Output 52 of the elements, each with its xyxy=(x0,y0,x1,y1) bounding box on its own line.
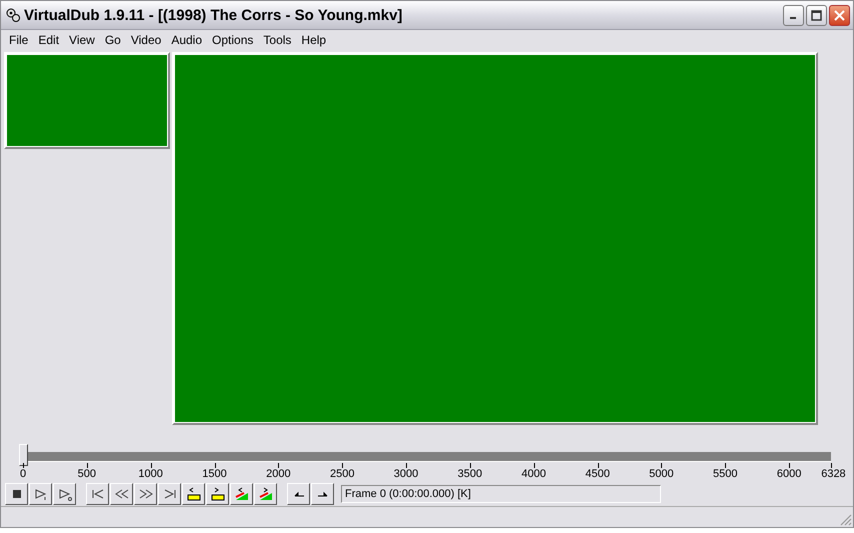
menu-item[interactable]: Help xyxy=(297,33,332,47)
rewind-icon xyxy=(114,487,128,501)
tick-label: 6328 xyxy=(821,468,846,480)
mark-in-button[interactable] xyxy=(287,483,310,505)
play-output-button[interactable] xyxy=(53,483,76,505)
play-output-icon xyxy=(58,487,72,501)
key-frame-back-button[interactable] xyxy=(182,483,205,505)
frame-status: Frame 0 (0:00:00.000) [K] xyxy=(341,485,661,503)
skip-end-button[interactable] xyxy=(158,483,181,505)
tick-label: 3500 xyxy=(458,468,482,480)
tick-label: 6000 xyxy=(776,468,802,480)
menu-item[interactable]: View xyxy=(65,33,101,47)
stop-button[interactable] xyxy=(5,483,28,505)
app-icon xyxy=(5,7,21,23)
key-frame-forward-button[interactable] xyxy=(206,483,229,505)
tick-label: 2500 xyxy=(330,468,354,480)
menu-item[interactable]: Audio xyxy=(167,33,208,47)
scene-back-button[interactable] xyxy=(230,483,253,505)
menu-item[interactable]: Tools xyxy=(259,33,298,47)
tick-label: 4000 xyxy=(522,468,546,480)
window-title: VirtualDub 1.9.11 - [(1998) The Corrs - So Young.mkv] xyxy=(24,6,404,24)
tick-label: 0 xyxy=(20,468,26,480)
menu-item[interactable]: Go xyxy=(100,33,127,47)
skip-end-icon xyxy=(162,487,176,501)
maximize-icon xyxy=(811,10,822,20)
menu-item[interactable]: Options xyxy=(208,33,260,47)
fast-forward-icon xyxy=(138,487,152,501)
menu-item[interactable]: Video xyxy=(126,33,168,47)
slider-thumb[interactable] xyxy=(19,444,28,466)
play-input-button[interactable] xyxy=(29,483,52,505)
minimize-button[interactable] xyxy=(783,4,804,26)
tick-label: 2000 xyxy=(266,468,291,480)
menu-item[interactable]: Edit xyxy=(34,33,66,47)
skip-start-icon xyxy=(90,487,104,501)
skip-start-button[interactable] xyxy=(86,483,109,505)
maximize-button[interactable] xyxy=(806,4,827,26)
play-input-icon xyxy=(34,487,48,501)
fast-forward-button[interactable] xyxy=(134,483,157,505)
tick-label: 5000 xyxy=(649,468,674,480)
tick-label: 3000 xyxy=(394,468,418,480)
tick-label: 1500 xyxy=(202,468,227,480)
tick-label: 4500 xyxy=(585,468,610,480)
close-icon xyxy=(834,10,845,20)
menu-item[interactable]: File xyxy=(5,33,34,47)
tick-label: 5500 xyxy=(713,468,738,480)
tick-label: 1000 xyxy=(138,468,163,480)
mark-out-button[interactable] xyxy=(311,483,334,505)
resize-grip-icon xyxy=(840,514,852,526)
rewind-button[interactable] xyxy=(110,483,133,505)
scene-forward-button[interactable] xyxy=(254,483,277,505)
tick-label: 500 xyxy=(78,468,96,480)
close-button[interactable] xyxy=(829,4,850,26)
